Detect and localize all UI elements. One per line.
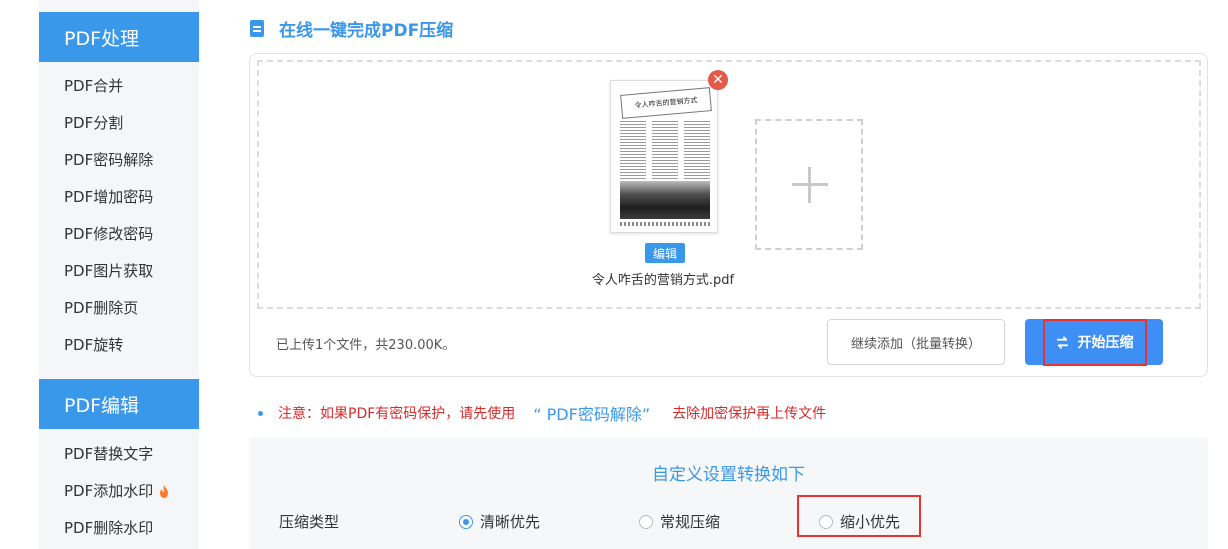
thumbnail-text-column (620, 119, 646, 179)
radio-icon[interactable] (639, 514, 653, 529)
sidebar-item-pdf-delete-pages[interactable]: PDF删除页 (39, 290, 199, 327)
notice-prefix: 注意：如果PDF有密码保护，请先使用 (278, 406, 516, 422)
file-thumbnail[interactable]: 令人咋舌的营销方式 (610, 80, 718, 233)
continue-add-button[interactable]: 继续添加（批量转换） (827, 319, 1005, 365)
option-label: 缩小优先 (840, 513, 901, 531)
sidebar-item-pdf-change-password[interactable]: PDF修改密码 (39, 216, 199, 253)
thumbnail-text-column (684, 119, 710, 179)
option-normal-compress[interactable]: 常规压缩 (639, 511, 720, 532)
option-label: 清晰优先 (480, 513, 541, 531)
edit-file-button[interactable]: 编辑 (645, 243, 685, 263)
thumbnail-text-column (652, 119, 678, 179)
sidebar-item-pdf-unlock[interactable]: PDF密码解除 (39, 142, 199, 179)
settings-title: 自定义设置转换如下 (652, 465, 805, 485)
sidebar-item-pdf-rotate[interactable]: PDF旋转 (39, 327, 199, 364)
sidebar-item-pdf-split[interactable]: PDF分割 (39, 105, 199, 142)
file-name: 令人咋舌的营销方式.pdf (591, 273, 735, 288)
radio-icon[interactable] (819, 514, 833, 529)
sidebar-header-pdf-process[interactable]: PDF处理 (39, 12, 199, 62)
add-file-button[interactable] (755, 119, 863, 250)
fire-icon (160, 485, 169, 498)
start-compress-label: 开始压缩 (1077, 335, 1134, 351)
option-label: 常规压缩 (660, 513, 721, 531)
settings-panel: 自定义设置转换如下 压缩类型 清晰优先 常规压缩 缩小优先 (249, 438, 1208, 549)
sidebar: PDF处理 PDF合并 PDF分割 PDF密码解除 PDF增加密码 PDF修改密… (39, 0, 199, 549)
start-compress-button[interactable]: 开始压缩 (1025, 319, 1163, 365)
remove-file-button[interactable]: ✕ (708, 70, 728, 90)
thumbnail-heading: 令人咋舌的营销方式 (620, 87, 712, 119)
upload-status: 已上传1个文件，共230.00K。 (276, 338, 456, 353)
thumbnail-footer (620, 222, 710, 226)
sidebar-header-pdf-edit[interactable]: PDF编辑 (39, 379, 199, 429)
sidebar-item-pdf-extract-images[interactable]: PDF图片获取 (39, 253, 199, 290)
swap-icon (1056, 335, 1068, 349)
sidebar-item-pdf-add-watermark[interactable]: PDF添加水印 (39, 473, 199, 510)
sidebar-item-pdf-merge[interactable]: PDF合并 (39, 68, 199, 105)
page-title: 在线一键完成PDF压缩 (279, 21, 454, 41)
option-clarity-first[interactable]: 清晰优先 (459, 511, 540, 532)
sidebar-list-pdf-process: PDF合并 PDF分割 PDF密码解除 PDF增加密码 PDF修改密码 PDF图… (39, 62, 199, 364)
sidebar-item-pdf-add-password[interactable]: PDF增加密码 (39, 179, 199, 216)
sidebar-list-pdf-edit: PDF替换文字 PDF添加水印 PDF删除水印 (39, 429, 199, 547)
password-notice: 注意：如果PDF有密码保护，请先使用 “ PDF密码解除” 去除加密保护再上传文… (258, 401, 826, 425)
page-title-row: 在线一键完成PDF压缩 (250, 16, 453, 41)
notice-suffix: 去除加密保护再上传文件 (672, 406, 827, 422)
compress-type-label: 压缩类型 (279, 513, 340, 531)
sidebar-item-pdf-remove-watermark[interactable]: PDF删除水印 (39, 510, 199, 547)
pdf-unlock-link[interactable]: “ PDF密码解除” (533, 401, 650, 425)
document-icon (250, 20, 264, 37)
radio-selected-icon[interactable] (459, 514, 473, 529)
thumbnail-photo (620, 181, 710, 219)
sidebar-item-pdf-replace-text[interactable]: PDF替换文字 (39, 436, 199, 473)
sidebar-item-label: PDF添加水印 (64, 482, 154, 500)
bullet-dot (258, 410, 263, 416)
option-smallest-first[interactable]: 缩小优先 (819, 511, 900, 532)
